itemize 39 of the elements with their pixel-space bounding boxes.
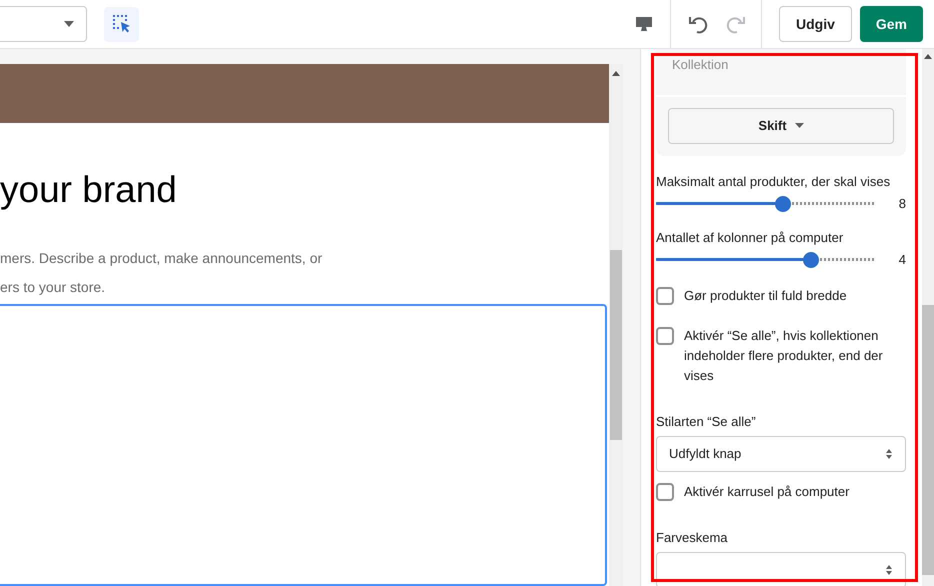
select-label: Stilarten “Se alle”: [656, 412, 757, 430]
slider-value: 4: [898, 250, 906, 269]
slider-thumb[interactable]: [803, 252, 820, 268]
save-button[interactable]: Gem: [860, 6, 923, 42]
checkbox[interactable]: [656, 286, 674, 304]
slider-label: Maksimalt antal produkter, der skal vises: [656, 172, 892, 191]
dropdown-field[interactable]: [0, 6, 87, 42]
checkbox-label: Gør produkter til fuld bredde: [684, 286, 847, 305]
desktop-monitor-icon[interactable]: [634, 15, 653, 33]
scroll-up-icon[interactable]: [612, 71, 620, 76]
slider-thumb[interactable]: [775, 196, 792, 212]
slider-track[interactable]: [656, 252, 874, 268]
select-field[interactable]: [656, 552, 906, 586]
checkbox-label: Aktivér “Se alle”, hvis kollektionen indeholder flere produkter, end der vises: [684, 326, 884, 384]
collection-label: Kollektion: [656, 49, 906, 96]
publish-button[interactable]: Udgiv: [778, 6, 852, 42]
checkbox[interactable]: [656, 482, 674, 500]
caret-icon: [64, 21, 74, 27]
scroll-up-icon[interactable]: [924, 54, 932, 59]
select-label: Farveskema: [656, 528, 729, 546]
select-arrows-icon: [885, 564, 893, 576]
preview-heading: your brand: [0, 168, 178, 212]
preview-text-line: ers to your store.: [0, 278, 106, 297]
select-tool-button[interactable]: [104, 6, 139, 42]
slider-track[interactable]: [656, 196, 874, 212]
change-button[interactable]: Skift: [668, 108, 894, 144]
checkbox-label: Aktivér karrusel på computer: [684, 482, 850, 501]
select-arrows-icon: [885, 448, 893, 460]
select-field[interactable]: Udfyldt knap: [656, 436, 906, 472]
scrollbar-thumb[interactable]: [922, 305, 934, 575]
preview-scrollbar[interactable]: [609, 64, 623, 586]
checkbox[interactable]: [656, 326, 674, 344]
preview-text-line: mers. Describe a product, make announcements, or: [0, 249, 324, 268]
slider-label: Antallet af kolonner på computer: [656, 228, 844, 247]
panel-scrollbar[interactable]: [922, 49, 934, 586]
caret-icon: [794, 123, 804, 128]
selection-cursor-icon: [112, 14, 132, 34]
slider-value: 8: [898, 194, 906, 213]
scrollbar-thumb[interactable]: [610, 250, 622, 440]
